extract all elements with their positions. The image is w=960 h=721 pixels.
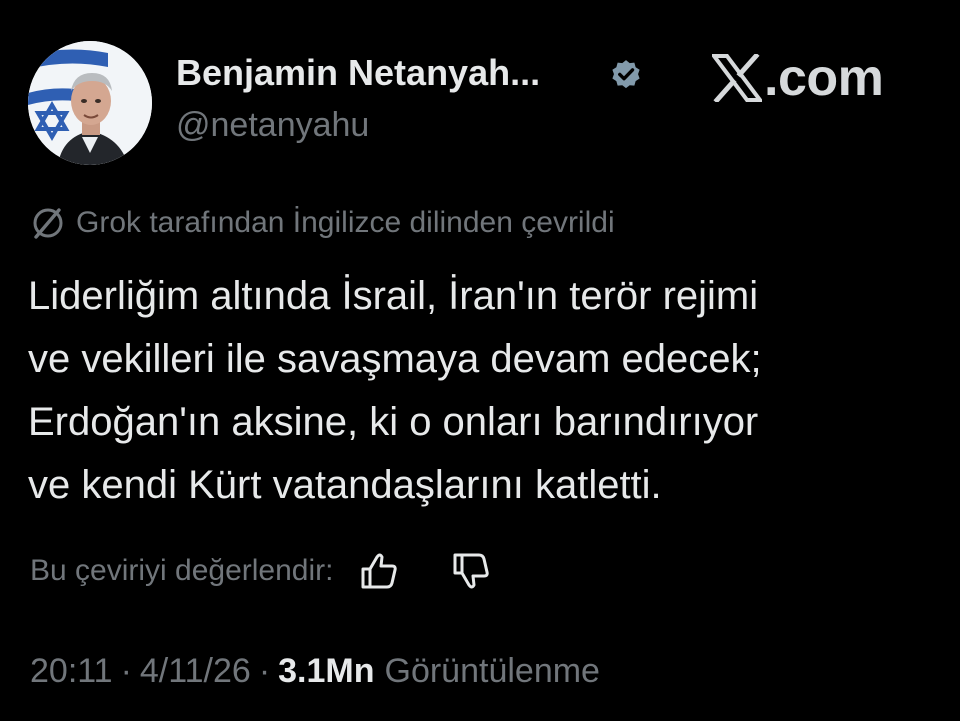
site-brand: .com [712, 49, 884, 107]
tweet-time[interactable]: 20:11 [30, 652, 113, 691]
meta-separator: · [258, 651, 271, 690]
tweet-date[interactable]: 4/11/26 [140, 652, 251, 691]
translation-note-text: Grok tarafından İngilizce dilinden çevri… [76, 206, 615, 239]
views-count[interactable]: 3.1Mn [278, 652, 374, 691]
views-label: Görüntülenme [384, 651, 600, 690]
thumbs-up-icon[interactable] [357, 549, 401, 593]
thumbs-down-icon[interactable] [449, 549, 493, 593]
tweet-line: ve vekilleri ile savaşmaya devam edecek; [28, 337, 762, 381]
rate-prompt: Bu çeviriyi değerlendir: [30, 554, 334, 587]
author-avatar[interactable] [28, 41, 152, 165]
tweet-line: Erdoğan'ın aksine, ki o onları barındırı… [28, 400, 759, 444]
no-globe-icon [33, 208, 63, 239]
translation-note[interactable]: Grok tarafından İngilizce dilinden çevri… [30, 203, 615, 243]
rate-translation: Bu çeviriyi değerlendir: [30, 549, 493, 593]
author-name[interactable]: Benjamin Netanyah... [176, 52, 540, 94]
x-logo-icon [712, 54, 762, 102]
avatar-image [28, 41, 152, 165]
brand-text: .com [764, 49, 884, 107]
tweet-meta: 20:11 · 4/11/26 · 3.1Mn Görüntülenme [30, 649, 600, 693]
tweet-line: Liderliğim altında İsrail, İran'ın terör… [28, 274, 759, 318]
verified-badge-icon [612, 60, 640, 89]
meta-separator: · [120, 651, 132, 690]
tweet-line: ve kendi Kürt vatandaşlarını katletti. [28, 463, 662, 507]
tweet-text: Liderliğim altında İsrail, İran'ın terör… [28, 265, 928, 517]
author-handle[interactable]: @netanyahu [176, 106, 369, 145]
